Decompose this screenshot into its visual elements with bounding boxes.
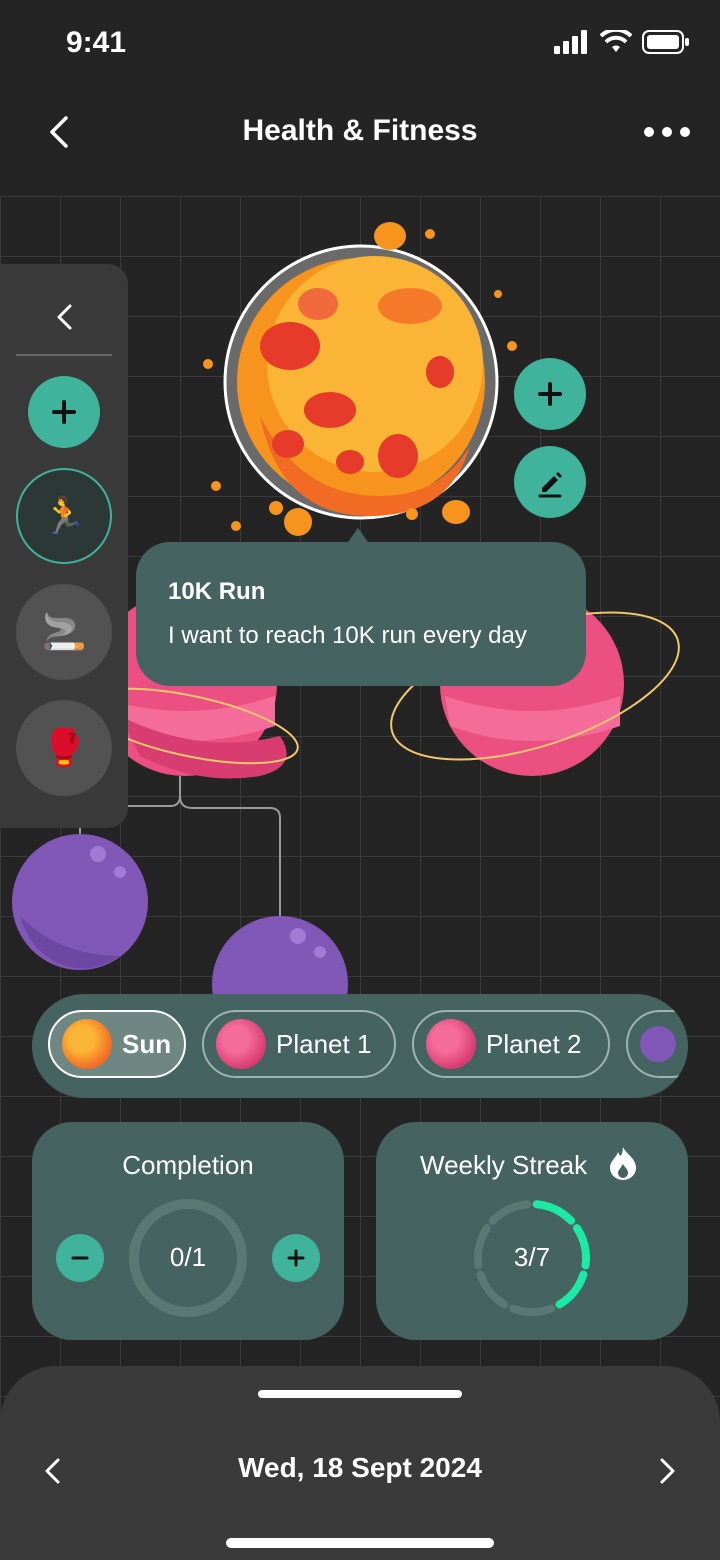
chip-planet-1[interactable]: Planet 1 bbox=[202, 1010, 396, 1078]
add-planet-button[interactable] bbox=[514, 358, 586, 430]
date-sheet: Wed, 18 Sept 2024 bbox=[0, 1366, 720, 1560]
moon-1-graphic bbox=[12, 834, 148, 970]
cellular-signal-icon bbox=[554, 30, 587, 54]
chip-planet-2-label: Planet 2 bbox=[486, 1028, 582, 1059]
minus-icon bbox=[71, 1256, 89, 1260]
battery-icon bbox=[642, 30, 689, 54]
next-day-icon[interactable] bbox=[652, 1456, 682, 1486]
habit-smoking[interactable]: 🚬 bbox=[16, 584, 112, 680]
chip-sun[interactable]: Sun bbox=[48, 1010, 186, 1078]
plus-icon bbox=[287, 1249, 305, 1267]
decrement-button[interactable] bbox=[56, 1234, 104, 1282]
status-time: 9:41 bbox=[66, 26, 127, 59]
completion-title: Completion bbox=[122, 1150, 254, 1180]
cigarette-icon: 🚬 bbox=[41, 611, 87, 652]
goal-description: I want to reach 10K run every day bbox=[168, 622, 527, 649]
streak-segment bbox=[555, 1270, 588, 1309]
habit-running[interactable]: 🏃 bbox=[16, 468, 112, 564]
wifi-icon bbox=[600, 30, 632, 52]
planet-chip-icon bbox=[426, 1019, 476, 1069]
current-date: Wed, 18 Sept 2024 bbox=[238, 1452, 482, 1483]
running-icon: 🏃 bbox=[41, 495, 87, 536]
plus-icon bbox=[538, 382, 562, 406]
streak-segment bbox=[476, 1270, 509, 1309]
sun-graphic bbox=[203, 222, 517, 536]
streak-segment bbox=[508, 1304, 556, 1316]
weekly-streak-card: Weekly Streak 3/7 bbox=[376, 1122, 688, 1340]
completion-value: 0/1 bbox=[169, 1242, 207, 1272]
moon-2-graphic bbox=[212, 916, 348, 996]
home-indicator bbox=[226, 1538, 494, 1548]
more-icon[interactable] bbox=[644, 120, 690, 144]
header: Health & Fitness bbox=[0, 90, 720, 176]
streak-title: Weekly Streak bbox=[420, 1150, 588, 1180]
edit-button[interactable] bbox=[514, 446, 586, 518]
sun-chip-icon bbox=[62, 1019, 112, 1069]
goal-tooltip: 10K Run I want to reach 10K run every da… bbox=[136, 528, 586, 686]
flame-icon bbox=[610, 1147, 636, 1180]
moon-chip-icon bbox=[640, 1026, 676, 1062]
status-bar: 9:41 bbox=[0, 0, 720, 90]
side-divider bbox=[16, 354, 112, 356]
page-title: Health & Fitness bbox=[242, 114, 478, 147]
chip-planet-1-label: Planet 1 bbox=[276, 1028, 372, 1059]
chip-sun-label: Sun bbox=[122, 1028, 172, 1059]
increment-button[interactable] bbox=[272, 1234, 320, 1282]
add-habit-button[interactable] bbox=[28, 376, 100, 448]
boxing-glove-icon: 🥊 bbox=[41, 727, 87, 768]
planet-chip-icon bbox=[216, 1019, 266, 1069]
chip-moon[interactable] bbox=[626, 1010, 688, 1078]
collapse-panel-icon[interactable] bbox=[48, 300, 82, 334]
streak-value: 3/7 bbox=[513, 1242, 551, 1272]
streak-segment bbox=[532, 1200, 576, 1225]
chip-planet-2[interactable]: Planet 2 bbox=[412, 1010, 610, 1078]
goal-title: 10K Run bbox=[168, 578, 266, 605]
completion-card: Completion 0/1 bbox=[32, 1122, 344, 1340]
habit-side-panel: 🏃 🚬 🥊 bbox=[0, 264, 128, 828]
sheet-handle[interactable] bbox=[258, 1390, 462, 1398]
streak-segment bbox=[488, 1200, 532, 1225]
plus-icon bbox=[52, 400, 76, 424]
planet-selector: Sun Planet 1 Planet 2 bbox=[32, 994, 688, 1098]
pencil-icon bbox=[538, 472, 562, 498]
habit-boxing[interactable]: 🥊 bbox=[16, 700, 112, 796]
